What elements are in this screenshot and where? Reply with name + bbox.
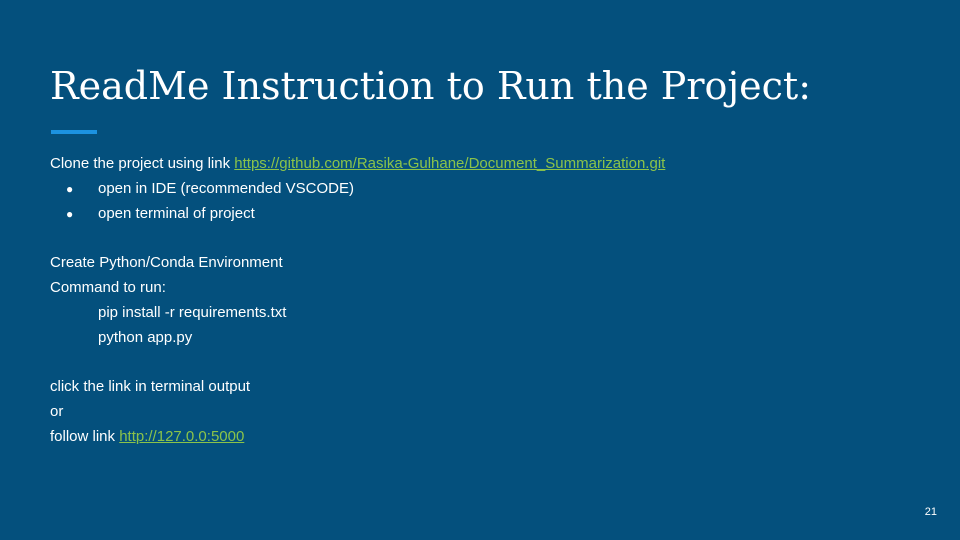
localhost-link[interactable]: http://127.0.0:5000	[119, 428, 244, 445]
bullet-icon: ●	[66, 206, 74, 221]
command-pip-install: pip install -r requirements.txt	[98, 303, 287, 321]
page-number: 21	[924, 506, 937, 518]
or-line: or	[50, 402, 64, 420]
clone-text: Clone the project using link	[50, 155, 235, 172]
bullet-item-terminal: ● open terminal of project	[50, 202, 910, 227]
environment-line: Create Python/Conda Environment	[50, 254, 283, 272]
title-accent-bar	[51, 130, 97, 134]
follow-text: follow link	[50, 427, 120, 445]
bullet-item-label: open in IDE (recommended VSCODE)	[98, 179, 354, 197]
slide: ReadMe Instruction to Run the Project: C…	[0, 0, 960, 540]
command-label: Command to run:	[50, 278, 166, 296]
command-python-app: python app.py	[98, 328, 193, 346]
github-repo-link[interactable]: https://github.com/Rasika-Gulhane/Docume…	[234, 155, 665, 172]
follow-link-line: follow link http://127.0.0:5000	[50, 425, 910, 450]
slide-title: ReadMe Instruction to Run the Project:	[50, 64, 812, 108]
click-link-line: click the link in terminal output	[50, 378, 251, 396]
slide-body: Clone the project using link https://git…	[50, 152, 910, 450]
clone-line: Clone the project using link https://git…	[50, 152, 910, 177]
bullet-item-ide: ● open in IDE (recommended VSCODE)	[50, 177, 910, 202]
bullet-item-label: open terminal of project	[98, 204, 255, 222]
bullet-icon: ●	[66, 181, 74, 196]
